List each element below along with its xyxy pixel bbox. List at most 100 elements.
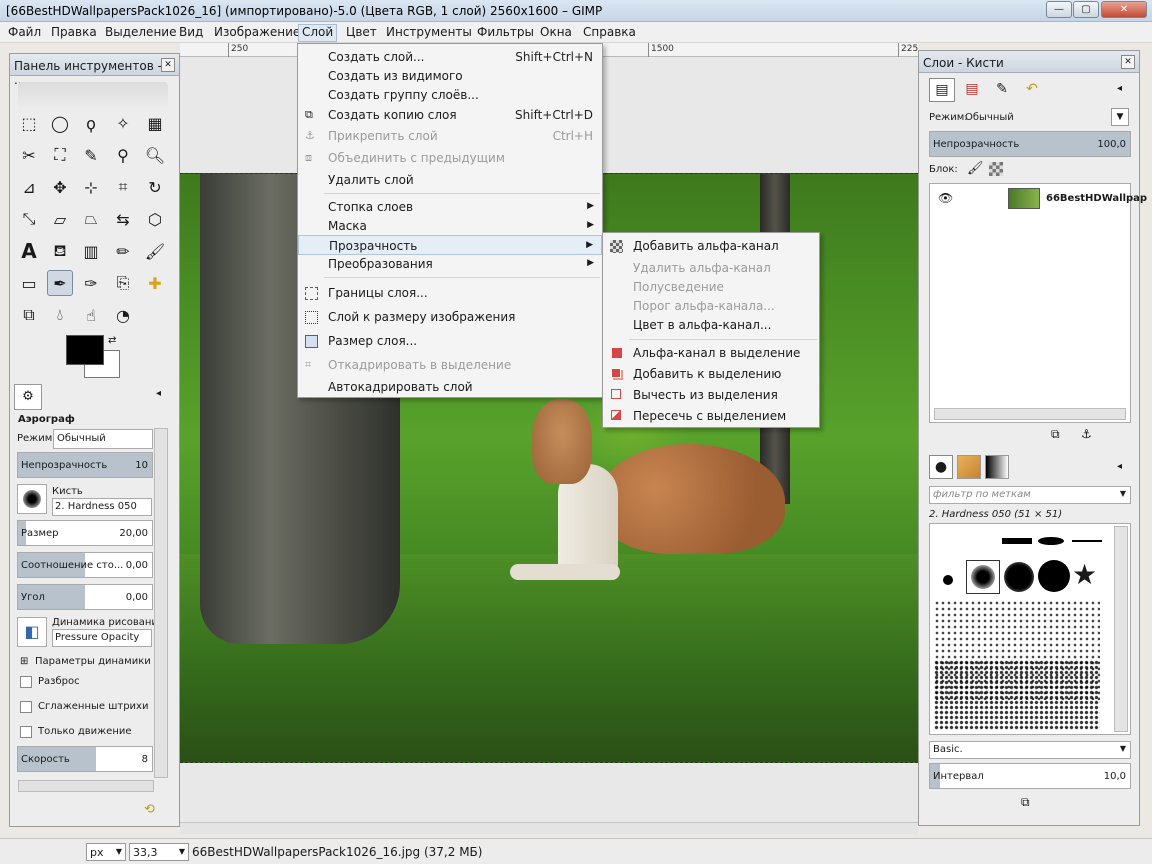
brush-item[interactable] (934, 660, 1100, 730)
maximize-button[interactable]: ▢ (1073, 1, 1099, 18)
panel-menu-icon[interactable]: ◂ (1117, 83, 1122, 94)
tab-undo[interactable]: ↶ (1019, 78, 1045, 102)
tool-options-tab[interactable]: ⚙ (14, 384, 42, 410)
tab-gradients[interactable] (985, 455, 1009, 479)
foreground-select-icon[interactable]: ⛶ (47, 142, 73, 168)
menu-image[interactable]: Изображение (211, 25, 303, 41)
gradient-icon[interactable]: ▥ (78, 238, 104, 264)
brush-item[interactable] (1072, 540, 1102, 542)
close-button[interactable]: ✕ (1101, 1, 1147, 18)
brush-spacing-slider[interactable]: Интервал 10,0 (929, 763, 1131, 789)
crop-icon[interactable]: ⌗ (110, 174, 136, 200)
brush-grid-scrollbar[interactable] (1114, 526, 1128, 732)
angle-slider[interactable]: Угол 0,00 (17, 584, 153, 610)
paths-icon[interactable]: ✎ (78, 142, 104, 168)
menu-item-stack[interactable]: Стопка слоев ▶ (298, 197, 602, 217)
reset-icon[interactable]: ⟲ (144, 802, 155, 817)
menu-item-mask[interactable]: Маска ▶ (298, 216, 602, 236)
layers-hscrollbar[interactable] (934, 408, 1126, 420)
cage-icon[interactable]: ⬡ (142, 206, 168, 232)
menu-item-new-layer[interactable]: Создать слой... Shift+Ctrl+N (298, 47, 602, 67)
eraser-icon[interactable]: ▭ (16, 270, 42, 296)
brush-item[interactable] (1004, 562, 1034, 592)
menu-item-color-to-alpha[interactable]: Цвет в альфа-канал... (603, 315, 819, 335)
dodge-burn-icon[interactable]: ◔ (110, 302, 136, 328)
zoom-icon[interactable]: 🔍︎ (142, 142, 168, 168)
measure-icon[interactable]: ⊿ (16, 174, 42, 200)
menu-item-intersect-selection[interactable]: Пересечь с выделением (603, 406, 819, 426)
visibility-eye-icon[interactable]: 👁︎ (938, 191, 953, 205)
smudge-icon[interactable]: ☝ (78, 302, 104, 328)
menu-item-add-alpha[interactable]: Добавить альфа-канал (603, 236, 819, 256)
color-select-icon[interactable]: ▦ (142, 110, 168, 136)
paintbrush-icon[interactable]: 🖌︎ (142, 238, 168, 264)
brush-item[interactable] (1038, 537, 1064, 545)
scissors-icon[interactable]: ✂ (16, 142, 42, 168)
mode-select[interactable]: Обычный (53, 429, 153, 449)
foreground-color-swatch[interactable] (66, 335, 104, 365)
menu-item-alpha-to-selection[interactable]: Альфа-канал в выделение (603, 343, 819, 363)
panel-menu-icon[interactable]: ◂ (1117, 461, 1122, 472)
menu-item-semi-flatten[interactable]: Полусведение (603, 277, 819, 297)
duplicate-layer-icon[interactable]: ⧉ (1051, 427, 1060, 442)
blur-icon[interactable]: 💧︎ (47, 302, 73, 328)
size-slider[interactable]: Размер 20,00 (17, 520, 153, 546)
menu-item-layer-to-image-size[interactable]: Слой к размеру изображения (298, 307, 602, 327)
motion-only-checkbox[interactable] (20, 726, 32, 738)
zoom-select[interactable]: 33,3 ▼ (129, 843, 189, 861)
menu-item-delete-layer[interactable]: Удалить слой (298, 170, 602, 190)
brush-set-select[interactable]: Basic. ▼ (929, 741, 1131, 759)
lock-alpha-icon[interactable] (989, 162, 1003, 176)
chevron-down-icon[interactable]: ▼ (1120, 744, 1126, 753)
lasso-icon[interactable]: ϙ (78, 110, 104, 136)
brush-grid[interactable]: ★ (929, 523, 1131, 735)
pencil-icon[interactable]: ✏ (110, 238, 136, 264)
menu-color[interactable]: Цвет (343, 25, 380, 41)
perspective-icon[interactable]: ⏢ (78, 206, 104, 232)
unit-select[interactable]: px ▼ (86, 843, 126, 861)
menu-item-add-to-selection[interactable]: Добавить к выделению (603, 364, 819, 384)
menu-item-autocrop-layer[interactable]: Автокадрировать слой (298, 377, 602, 397)
text-icon[interactable]: A (16, 238, 42, 264)
layer-row[interactable]: 👁︎ 66BestHDWallpap (930, 185, 1147, 213)
expand-icon[interactable]: ⊞ (20, 656, 28, 667)
menu-item-threshold-alpha[interactable]: Порог альфа-канала... (603, 296, 819, 316)
heal-icon[interactable]: ✚ (142, 270, 168, 296)
menu-item-transform[interactable]: Преобразования ▶ (298, 254, 602, 274)
chevron-down-icon[interactable]: ▼ (1120, 489, 1126, 498)
airbrush-icon[interactable]: ✒ (47, 270, 73, 296)
swap-colors-icon[interactable]: ⇄ (108, 335, 116, 346)
brush-duplicate-icon[interactable]: ⧉ (1021, 795, 1030, 810)
dynamics-select[interactable]: Pressure Opacity (52, 629, 152, 647)
bucket-fill-icon[interactable]: ⛾ (47, 238, 73, 264)
menu-item-remove-alpha[interactable]: Удалить альфа-канал (603, 258, 819, 278)
layer-mode-value[interactable]: Обычный (965, 112, 1014, 123)
menu-edit[interactable]: Правка (48, 25, 100, 41)
fuzzy-select-icon[interactable]: ✧ (110, 110, 136, 136)
perspective-clone-icon[interactable]: ⧉ (16, 302, 42, 328)
menu-file[interactable]: Файл (5, 25, 44, 41)
brush-item[interactable]: ★ (1072, 558, 1097, 591)
menu-item-new-from-visible[interactable]: Создать из видимого (298, 66, 602, 86)
layer-mode-dropdown[interactable]: ▼ (1111, 108, 1129, 126)
menu-item-layer-boundary[interactable]: Границы слоя... (298, 283, 602, 303)
chevron-down-icon[interactable]: ▼ (179, 847, 185, 856)
menu-filters[interactable]: Фильтры (474, 25, 537, 41)
menu-layer[interactable]: Слой (298, 24, 338, 42)
toolbox-hscrollbar[interactable] (18, 780, 154, 792)
layer-opacity-slider[interactable]: Непрозрачность 100,0 (929, 131, 1131, 157)
opacity-slider[interactable]: Непрозрачность 10 (17, 452, 153, 478)
brush-item[interactable] (1038, 560, 1070, 592)
minimize-button[interactable]: — (1046, 1, 1072, 18)
chevron-down-icon[interactable]: ▼ (116, 847, 122, 856)
close-icon[interactable]: ✕ (1121, 55, 1135, 69)
scatter-checkbox[interactable] (20, 676, 32, 688)
menu-item-duplicate-layer[interactable]: ⧉ Создать копию слоя Shift+Ctrl+D (298, 105, 602, 125)
align-icon[interactable]: ⊹ (78, 174, 104, 200)
brush-item[interactable] (934, 566, 962, 594)
aspect-ratio-slider[interactable]: Соотношение сто... 0,00 (17, 552, 153, 578)
smooth-checkbox[interactable] (20, 701, 32, 713)
menu-tools[interactable]: Инструменты (383, 25, 475, 41)
brush-preview[interactable] (17, 484, 47, 514)
tab-paths[interactable]: ✎ (989, 78, 1015, 102)
